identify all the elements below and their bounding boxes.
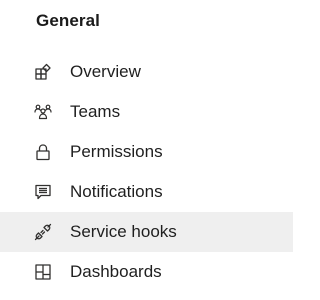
sidebar-item-notifications[interactable]: Notifications — [0, 172, 293, 212]
plug-icon — [34, 223, 52, 241]
section-title: General — [36, 11, 101, 30]
overview-icon — [34, 63, 52, 81]
sidebar-item-overview[interactable]: Overview — [0, 52, 293, 92]
settings-nav: Overview Teams Permissions Notifications… — [0, 52, 293, 292]
sidebar-item-label: Service hooks — [70, 222, 177, 241]
sidebar-item-teams[interactable]: Teams — [0, 92, 293, 132]
sidebar-item-dashboards[interactable]: Dashboards — [0, 252, 293, 292]
notification-message-icon — [34, 183, 52, 201]
sidebar-item-label: Overview — [70, 62, 141, 81]
sidebar-item-service-hooks[interactable]: Service hooks — [0, 212, 293, 252]
settings-sidebar: General Overview Teams Permissions Notif… — [0, 0, 293, 300]
sidebar-item-permissions[interactable]: Permissions — [0, 132, 293, 172]
teams-icon — [34, 103, 52, 121]
sidebar-item-label: Dashboards — [70, 262, 162, 281]
sidebar-item-label: Notifications — [70, 182, 163, 201]
dashboard-grid-icon — [34, 263, 52, 281]
lock-icon — [34, 143, 52, 161]
sidebar-item-label: Teams — [70, 102, 121, 121]
sidebar-item-label: Permissions — [70, 142, 163, 161]
